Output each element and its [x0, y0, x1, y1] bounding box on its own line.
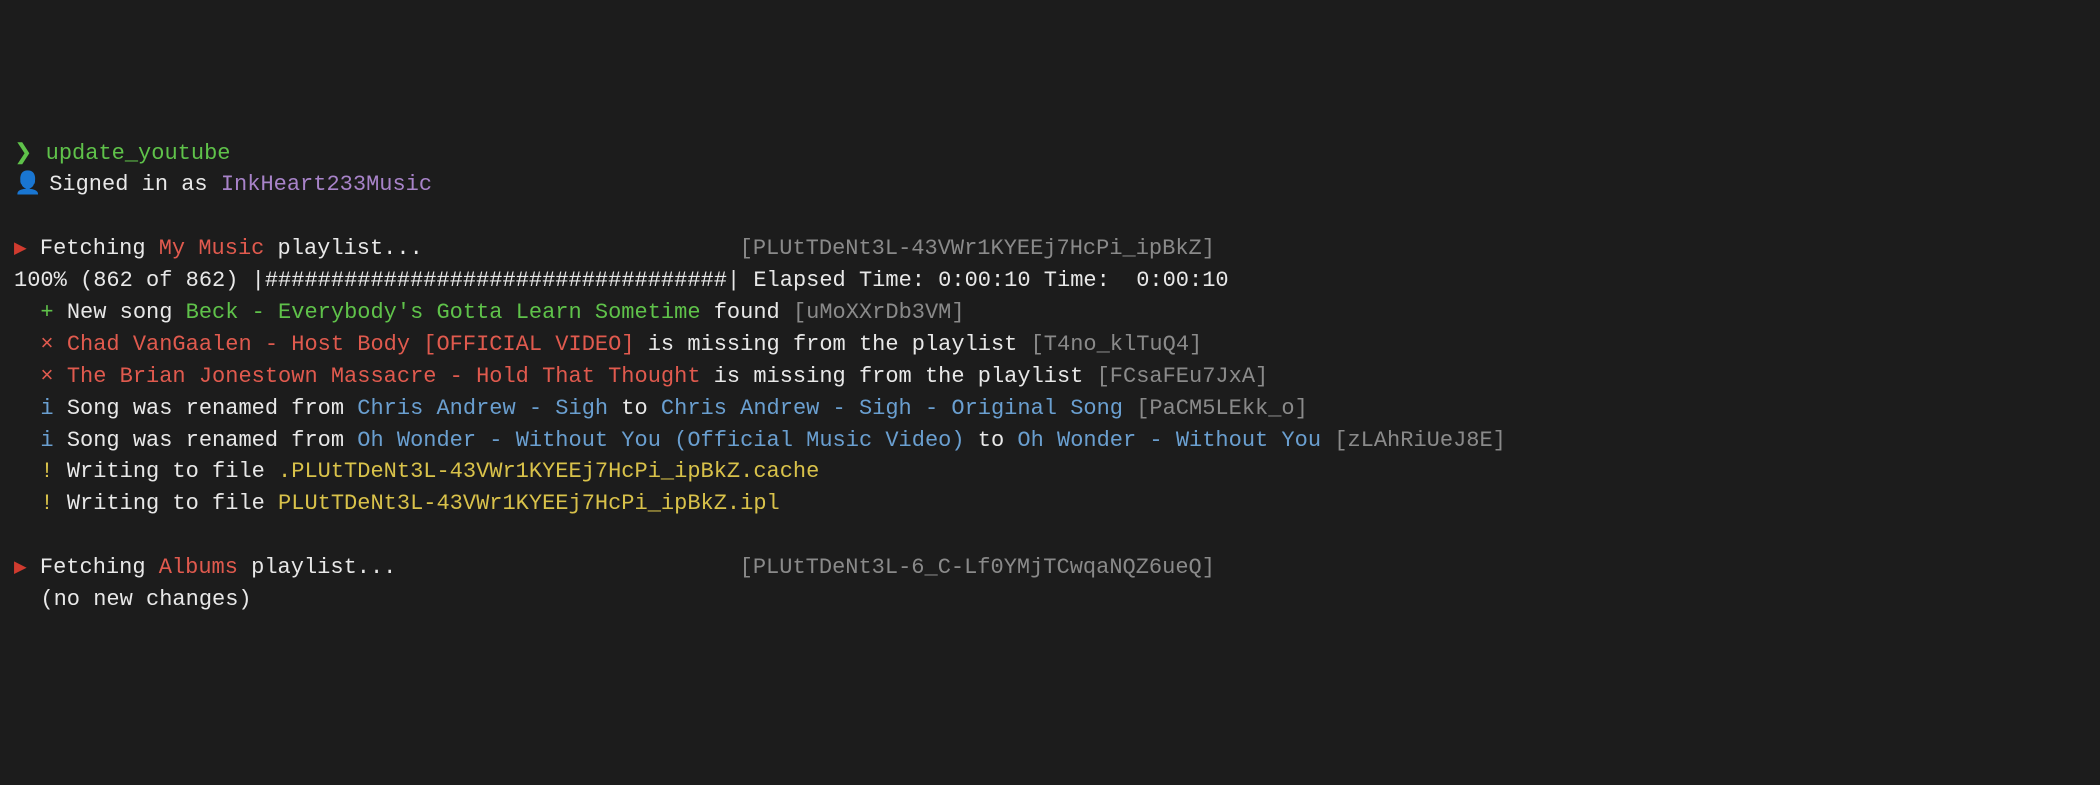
user-icon: 👤 — [14, 169, 36, 201]
terminal-output: ❯ update_youtube 👤 Signed in as InkHeart… — [14, 138, 2086, 616]
